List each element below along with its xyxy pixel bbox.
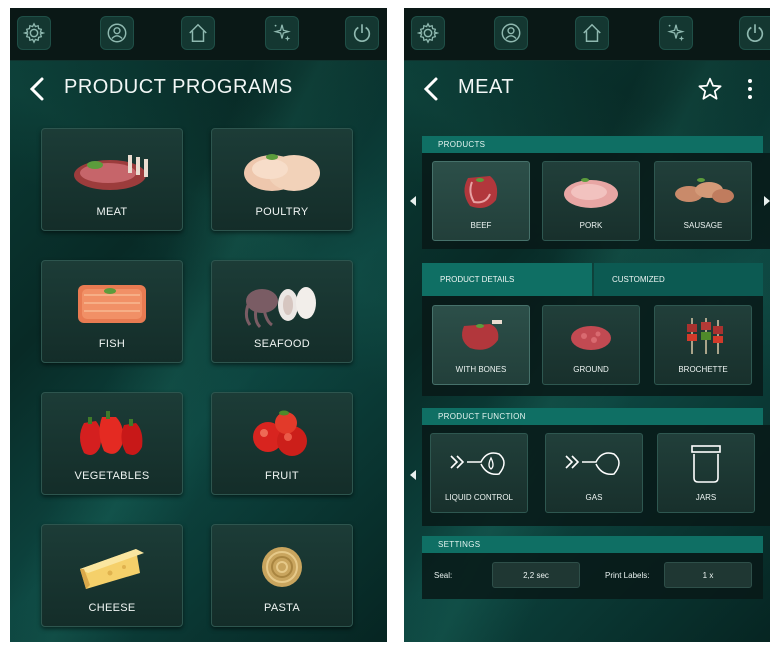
detail-with-bones[interactable]: WITH BONES (432, 305, 530, 385)
vegetables-icon (80, 411, 143, 455)
tab-product-details[interactable]: PRODUCT DETAILS (422, 263, 592, 296)
tile-fish[interactable]: FISH (41, 260, 183, 363)
top-toolbar (10, 8, 387, 61)
magic-icon (667, 24, 685, 42)
favorite-star-icon[interactable] (697, 76, 723, 102)
product-label: PORK (579, 221, 603, 230)
more-menu-icon[interactable] (746, 76, 754, 102)
page-title: MEAT (458, 76, 515, 98)
home-icon (189, 23, 207, 42)
product-function-header: PRODUCT FUNCTION (422, 408, 763, 425)
print-labels-label: Print Labels: (605, 571, 650, 580)
tile-label: FRUIT (265, 470, 299, 482)
tile-pasta[interactable]: PASTA (211, 524, 353, 627)
meat-icon (74, 155, 148, 190)
meat-screen: MEAT PRODUCTS BEEF PORK SAUSAGE PRODUCT … (404, 8, 770, 642)
tile-label: FISH (98, 338, 126, 350)
products-header: PRODUCTS (422, 136, 763, 153)
detail-brochette[interactable]: BROCHETTE (654, 305, 752, 385)
back-chevron-icon[interactable] (28, 76, 46, 102)
tile-label: PASTA (264, 602, 300, 614)
ground-meat-icon (571, 326, 611, 350)
fish-icon (78, 285, 146, 323)
product-label: SAUSAGE (683, 221, 723, 230)
print-labels-field[interactable]: 1 x (664, 562, 752, 588)
magic-icon (273, 24, 291, 42)
function-label: GAS (585, 493, 603, 502)
settings-icon (23, 22, 45, 44)
detail-label: GROUND (573, 365, 609, 374)
tile-vegetables[interactable]: VEGETABLES (41, 392, 183, 495)
product-label: BEEF (470, 221, 492, 230)
settings-icon (417, 22, 439, 44)
function-label: LIQUID CONTROL (444, 493, 513, 502)
power-button[interactable] (739, 16, 770, 50)
sausage-icon (675, 178, 734, 203)
home-button[interactable] (181, 16, 215, 50)
cheese-icon (80, 549, 144, 589)
home-button[interactable] (575, 16, 609, 50)
product-programs-screen: PRODUCT PROGRAMS MEAT POULTRY FISH SEAFO… (10, 8, 387, 642)
fruit-icon (253, 410, 307, 456)
pork-icon (564, 178, 618, 208)
back-chevron-icon[interactable] (422, 76, 440, 102)
seal-label: Seal: (434, 571, 453, 580)
tile-meat[interactable]: MEAT (41, 128, 183, 231)
product-sausage[interactable]: SAUSAGE (654, 161, 752, 241)
tile-label: VEGETABLES (74, 470, 150, 482)
seafood-icon (244, 287, 316, 329)
product-beef[interactable]: BEEF (432, 161, 530, 241)
settings-button[interactable] (17, 16, 51, 50)
tile-label: MEAT (96, 206, 128, 218)
pasta-icon (262, 547, 302, 587)
jar-icon (691, 445, 721, 483)
page-title: PRODUCT PROGRAMS (64, 76, 293, 98)
user-button[interactable] (494, 16, 528, 50)
detail-label: WITH BONES (455, 365, 507, 374)
function-scroll-left-icon[interactable] (410, 470, 416, 480)
tile-label: SEAFOOD (254, 338, 310, 350)
user-button[interactable] (100, 16, 134, 50)
function-liquid-control[interactable]: LIQUID CONTROL (430, 433, 528, 513)
top-toolbar (404, 8, 770, 61)
poultry-icon (244, 154, 320, 191)
tile-label: CHEESE (88, 602, 136, 614)
beef-icon (464, 176, 498, 208)
home-icon (583, 23, 601, 42)
tile-fruit[interactable]: FRUIT (211, 392, 353, 495)
tile-label: POULTRY (255, 206, 309, 218)
gas-icon (565, 452, 620, 476)
tile-cheese[interactable]: CHEESE (41, 524, 183, 627)
scroll-left-arrow-icon[interactable] (410, 196, 416, 206)
product-pork[interactable]: PORK (542, 161, 640, 241)
tile-seafood[interactable]: SEAFOOD (211, 260, 353, 363)
function-label: JARS (695, 493, 717, 502)
brochette-icon (687, 318, 723, 354)
tile-poultry[interactable]: POULTRY (211, 128, 353, 231)
liquid-control-icon (450, 452, 505, 476)
power-button[interactable] (345, 16, 379, 50)
function-gas[interactable]: GAS (545, 433, 643, 513)
seal-time-field[interactable]: 2,2 sec (492, 562, 580, 588)
detail-ground[interactable]: GROUND (542, 305, 640, 385)
function-jars[interactable]: JARS (657, 433, 755, 513)
power-icon (353, 24, 371, 43)
settings-header: SETTINGS (422, 536, 763, 553)
user-icon (501, 23, 521, 43)
magic-button[interactable] (265, 16, 299, 50)
tab-customized[interactable]: CUSTOMIZED (594, 263, 763, 296)
scroll-right-arrow-icon[interactable] (764, 196, 770, 206)
detail-label: BROCHETTE (678, 365, 728, 374)
settings-button[interactable] (411, 16, 445, 50)
magic-button[interactable] (659, 16, 693, 50)
user-icon (107, 23, 127, 43)
with-bones-icon (462, 320, 502, 350)
power-icon (746, 24, 764, 43)
